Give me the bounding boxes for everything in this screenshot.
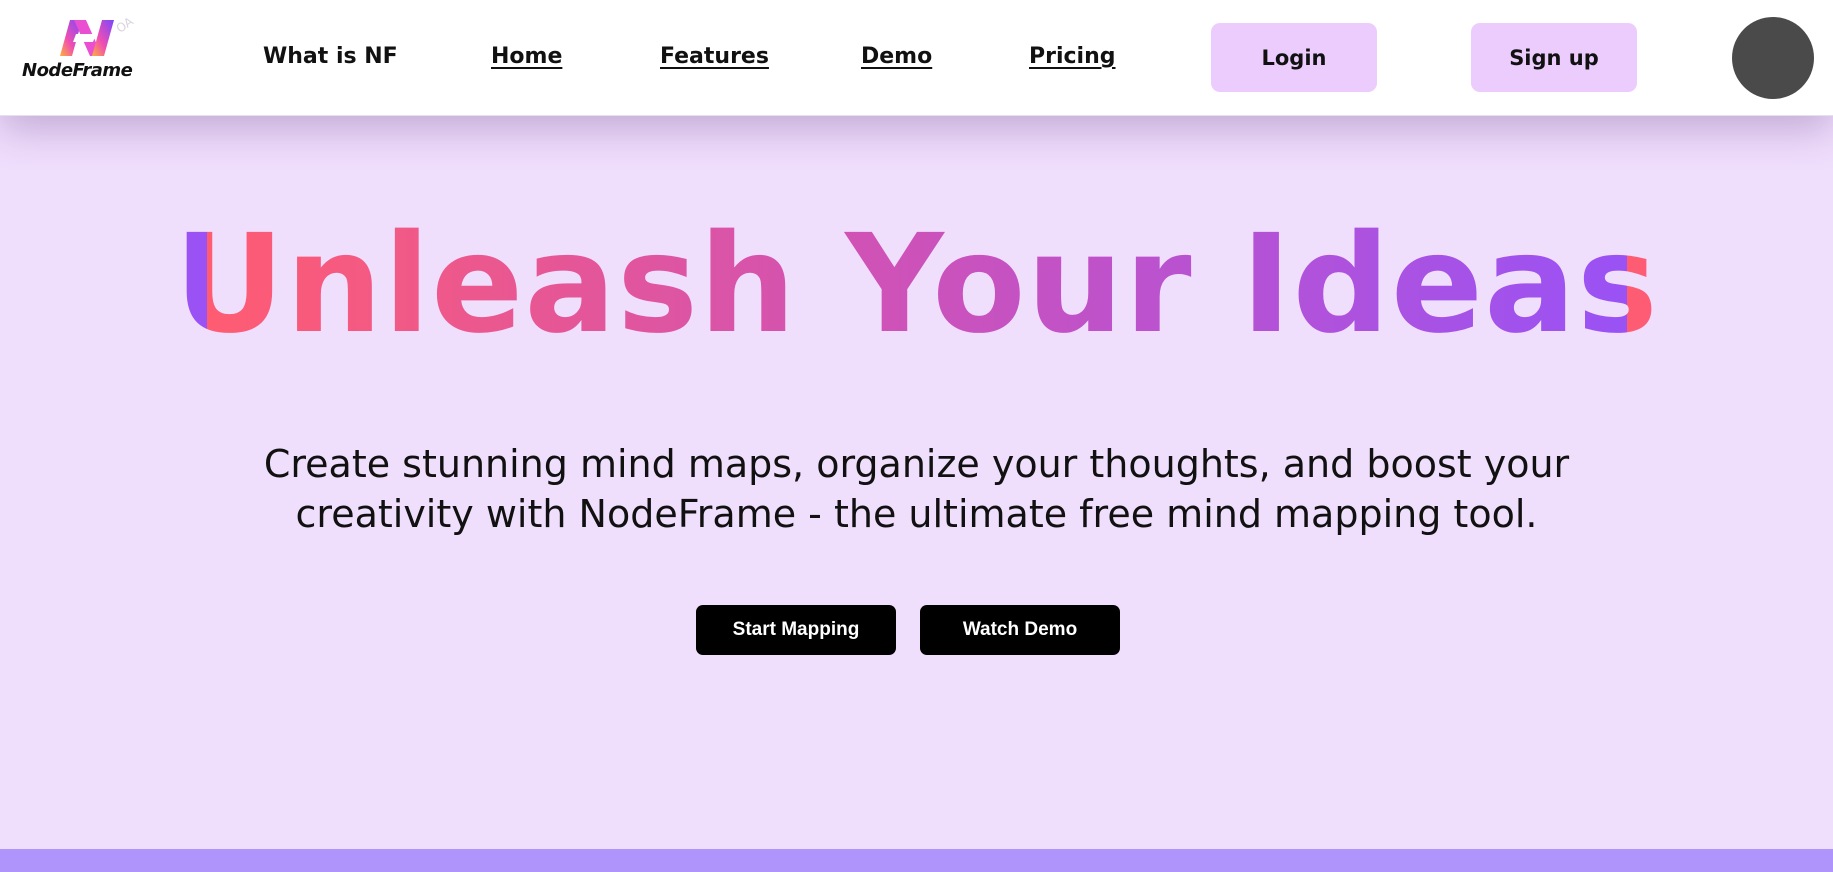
login-button[interactable]: Login (1211, 23, 1377, 92)
nav-link-pricing[interactable]: Pricing (1029, 44, 1116, 69)
brand-name: NodeFrame (22, 60, 133, 81)
top-navbar: OA NodeFrame What is NF Home Features De… (0, 0, 1833, 116)
hero-title: Unleash Your Ideas (0, 204, 1833, 367)
brand-logo[interactable]: OA NodeFrame (20, 14, 160, 84)
nav-link-home[interactable]: Home (491, 44, 562, 69)
nav-link-features[interactable]: Features (660, 44, 769, 69)
nav-link-demo[interactable]: Demo (861, 44, 932, 69)
user-avatar[interactable] (1732, 17, 1814, 99)
hero-section: Unleash Your Ideas Create stunning mind … (0, 116, 1833, 849)
signup-button[interactable]: Sign up (1471, 23, 1637, 92)
nav-link-what-is-nf[interactable]: What is NF (263, 44, 398, 69)
bottom-section-band (0, 849, 1833, 872)
start-mapping-button[interactable]: Start Mapping (696, 605, 896, 655)
watch-demo-button[interactable]: Watch Demo (920, 605, 1120, 655)
hero-subtitle: Create stunning mind maps, organize your… (263, 442, 1570, 536)
